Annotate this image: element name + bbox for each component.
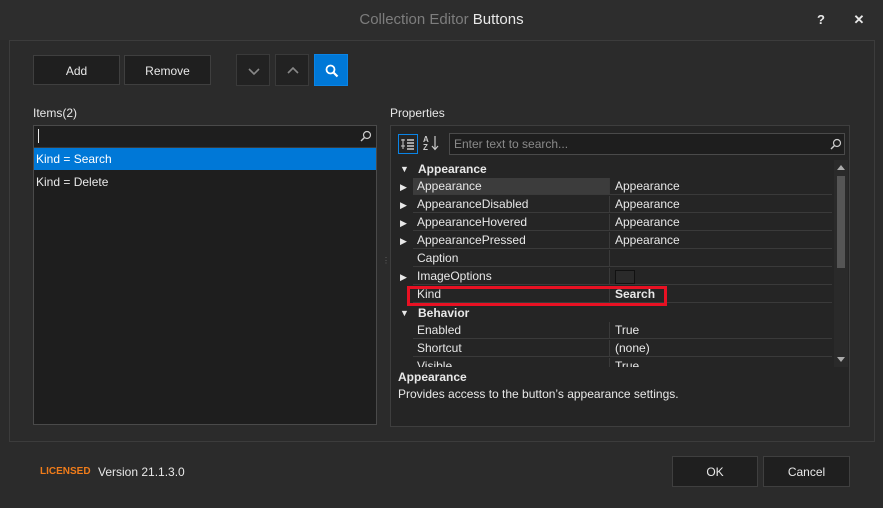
expand-icon[interactable]: ▶ [400, 196, 414, 214]
property-value[interactable]: True [610, 358, 832, 367]
property-name: Caption [413, 250, 610, 267]
property-row[interactable]: Visible True [396, 358, 832, 367]
splitter-grip[interactable]: ⋮ [382, 256, 390, 272]
property-row[interactable]: ▶ AppearancePressed Appearance [396, 232, 832, 250]
licensed-badge: LICENSED [40, 466, 91, 477]
property-grid-panel: A Z Enter text to search... ▼ Appearance… [390, 125, 850, 427]
search-icon [830, 138, 842, 150]
properties-header: Properties [390, 106, 445, 120]
sort-alphabetical-icon: A Z [423, 135, 439, 152]
property-value[interactable]: Appearance [610, 214, 832, 231]
search-icon [325, 64, 339, 78]
move-up-button[interactable] [275, 54, 309, 86]
text-caret [38, 129, 39, 143]
search-toggle-button[interactable] [314, 54, 348, 86]
chevron-down-icon [248, 68, 260, 76]
cancel-button[interactable]: Cancel [763, 456, 850, 487]
kind-row-highlight [407, 286, 667, 306]
property-row[interactable]: ▶ AppearanceDisabled Appearance [396, 196, 832, 214]
property-row[interactable]: ▶ Appearance Appearance [396, 178, 832, 196]
property-row[interactable]: Caption [396, 250, 832, 268]
property-value[interactable] [610, 250, 832, 267]
category-label: Appearance [418, 162, 487, 176]
property-grid-scrollbar[interactable] [834, 160, 848, 367]
scroll-up-icon[interactable] [836, 163, 846, 171]
add-button[interactable]: Add [33, 55, 120, 85]
alphabetical-view-button[interactable]: A Z [422, 134, 442, 154]
svg-text:Z: Z [423, 143, 428, 152]
description-title: Appearance [398, 370, 467, 384]
category-row-appearance[interactable]: ▼ Appearance [396, 160, 832, 178]
property-row[interactable]: Enabled True [396, 322, 832, 340]
property-row[interactable]: ▶ AppearanceHovered Appearance [396, 214, 832, 232]
property-row[interactable]: ▶ ImageOptions [396, 268, 832, 286]
category-row-behavior[interactable]: ▼ Behavior [396, 304, 832, 322]
property-value[interactable]: Appearance [610, 196, 832, 213]
property-name: Shortcut [413, 340, 610, 357]
help-button[interactable]: ? [810, 10, 832, 30]
expand-icon[interactable]: ▶ [400, 232, 414, 250]
search-icon [360, 130, 372, 142]
property-value[interactable] [610, 268, 832, 285]
close-button[interactable]: ✕ [848, 10, 870, 30]
items-search-input[interactable] [34, 126, 376, 148]
property-search-input[interactable]: Enter text to search... [449, 133, 845, 155]
property-name: Visible [413, 358, 610, 367]
property-name: AppearanceHovered [413, 214, 610, 231]
image-preview-swatch [615, 269, 635, 284]
list-item[interactable]: Kind = Search [34, 148, 376, 170]
description-text: Provides access to the button’s appearan… [398, 387, 679, 401]
property-name: AppearancePressed [413, 232, 610, 249]
search-placeholder: Enter text to search... [454, 137, 569, 151]
property-value[interactable]: Appearance [610, 232, 832, 249]
categorized-icon [401, 139, 414, 150]
property-value[interactable]: (none) [610, 340, 832, 357]
window-title-prefix: Collection Editor [359, 11, 469, 28]
expand-icon[interactable]: ▶ [400, 268, 414, 286]
version-label: Version 21.1.3.0 [98, 465, 185, 479]
window-title: Collection Editor Buttons [0, 11, 883, 28]
collapse-icon[interactable]: ▼ [400, 304, 414, 322]
expand-icon[interactable]: ▶ [400, 178, 414, 196]
remove-button[interactable]: Remove [124, 55, 211, 85]
window-title-main: Buttons [472, 11, 524, 28]
collapse-icon[interactable]: ▼ [400, 160, 414, 178]
categorized-view-button[interactable] [398, 134, 418, 154]
items-header: Items(2) [33, 106, 78, 120]
chevron-up-icon [287, 66, 299, 74]
property-grid[interactable]: ▼ Appearance ▶ Appearance Appearance ▶ A… [396, 160, 832, 367]
property-name: AppearanceDisabled [413, 196, 610, 213]
title-bar: Collection Editor Buttons ? ✕ [0, 0, 883, 40]
items-list[interactable]: Kind = Search Kind = Delete [33, 125, 377, 425]
move-down-button[interactable] [236, 54, 270, 86]
property-row[interactable]: Shortcut (none) [396, 340, 832, 358]
property-name: Appearance [413, 178, 610, 195]
scroll-down-icon[interactable] [836, 356, 846, 364]
property-name: ImageOptions [413, 268, 610, 285]
property-value[interactable]: True [610, 322, 832, 339]
property-value[interactable]: Appearance [610, 178, 832, 195]
expand-icon[interactable]: ▶ [400, 214, 414, 232]
property-name: Enabled [413, 322, 610, 339]
ok-button[interactable]: OK [672, 456, 758, 487]
scrollbar-thumb[interactable] [837, 176, 845, 268]
list-item[interactable]: Kind = Delete [34, 171, 376, 193]
category-label: Behavior [418, 306, 470, 320]
